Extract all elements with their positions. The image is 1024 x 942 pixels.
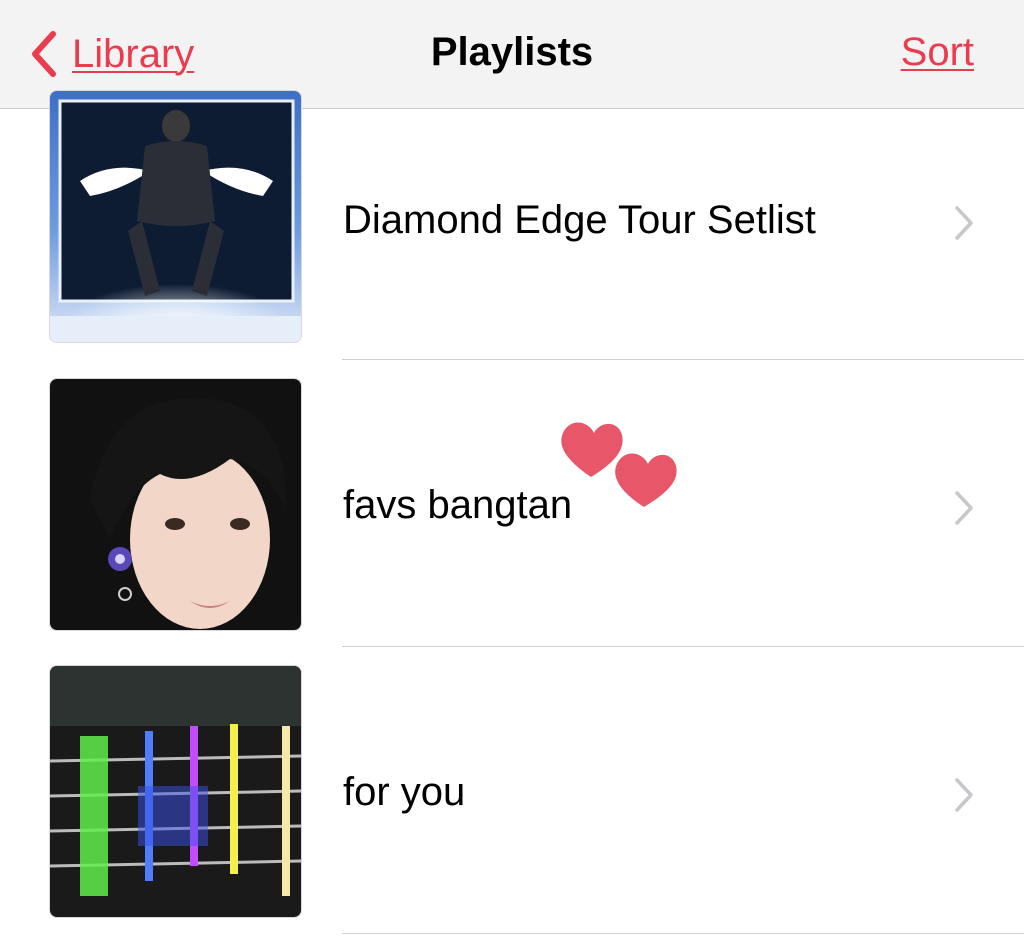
playlist-artwork [49,378,302,631]
chevron-right-icon [953,490,975,531]
hearts-sticker-icon [556,415,681,515]
row-divider [342,933,1024,934]
chevron-right-icon [953,205,975,246]
sort-button[interactable]: Sort [901,30,974,75]
playlist-artwork [49,665,302,918]
playlist-artwork [49,90,302,343]
playlist-title: favs bangtan [343,483,573,527]
page-title: Playlists [430,30,594,74]
playlist-row[interactable]: Diamond Edge Tour Setlist [0,90,1024,397]
playlist-row[interactable]: for you [0,647,1024,934]
playlist-row[interactable]: favs bangtan [0,360,1024,647]
playlist-title: for you [343,770,466,814]
playlist-title: Diamond Edge Tour Setlist [343,198,816,242]
chevron-right-icon [953,777,975,818]
